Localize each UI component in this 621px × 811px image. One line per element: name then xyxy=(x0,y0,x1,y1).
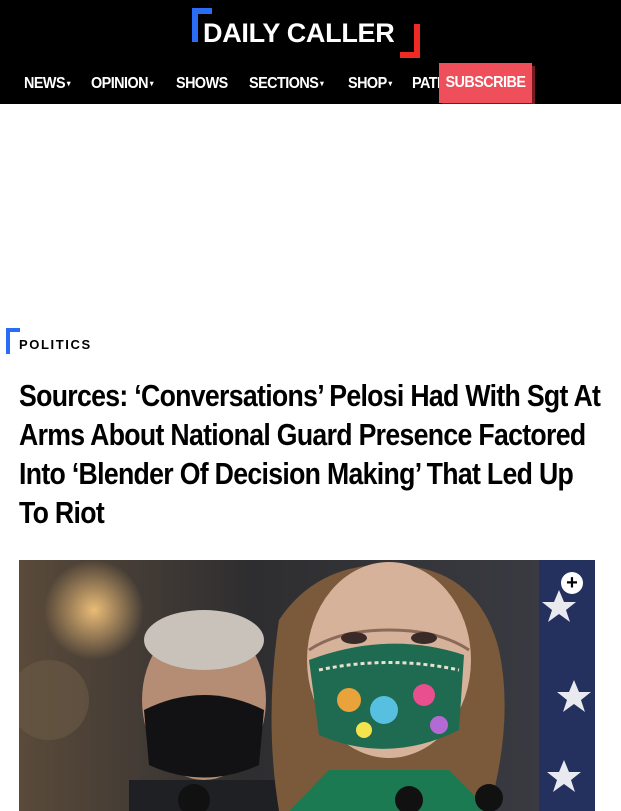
hero-photo xyxy=(19,560,595,811)
logo-text: DAILY CALLER xyxy=(203,18,395,48)
category-bracket xyxy=(6,328,20,354)
chevron-down-icon: ▾ xyxy=(320,78,324,88)
nav-item-label: NEWS xyxy=(24,75,66,92)
chevron-down-icon: ▾ xyxy=(149,78,154,88)
nav-item-label: SHOP xyxy=(347,75,387,92)
plus-circle-icon[interactable]: + xyxy=(561,572,583,594)
nav-item-opinion[interactable]: OPINION ▾ xyxy=(91,75,154,93)
subscribe-label: SUBSCRIBE xyxy=(445,74,526,91)
nav-item-shop[interactable]: SHOP ▾ xyxy=(348,75,392,93)
nav-item-shows[interactable]: SHOWS xyxy=(176,75,228,93)
nav-item-label: SHOWS xyxy=(175,75,228,92)
chevron-down-icon: ▾ xyxy=(66,78,71,88)
nav-item-label: OPINION xyxy=(91,75,149,92)
chevron-down-icon: ▾ xyxy=(388,78,392,88)
site-header: DAILY CALLER NEWS ▾ OPINION ▾ SHOWS SECT… xyxy=(0,0,621,104)
nav-item-news[interactable]: NEWS ▾ xyxy=(24,75,71,93)
logo-red-bracket xyxy=(400,24,420,58)
category-label: POLITICS xyxy=(19,337,92,352)
ad-placeholder xyxy=(0,104,621,320)
nav-item-sections[interactable]: SECTIONS ▾ xyxy=(249,75,324,93)
nav-item-label: SECTIONS xyxy=(249,75,319,92)
main-nav: NEWS ▾ OPINION ▾ SHOWS SECTIONS ▾ SHOP ▾… xyxy=(24,66,502,102)
expand-glyph: + xyxy=(566,571,578,594)
daily-caller-logo[interactable]: DAILY CALLER xyxy=(192,8,420,58)
subscribe-button[interactable]: SUBSCRIBE xyxy=(439,63,532,103)
article-headline: Sources: ‘Conversations’ Pelosi Had With… xyxy=(19,378,601,530)
article-hero-image[interactable]: + xyxy=(19,560,595,811)
